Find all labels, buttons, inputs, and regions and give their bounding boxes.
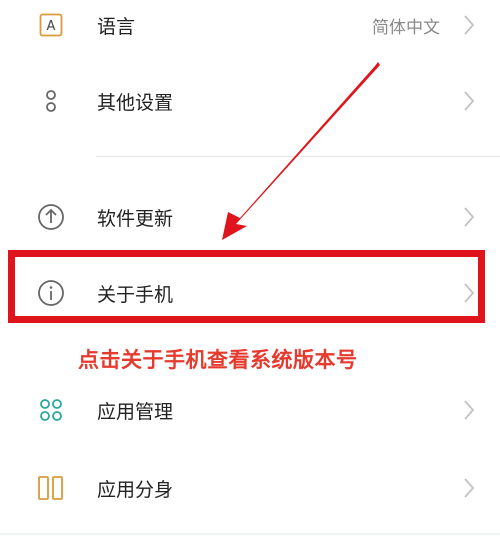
settings-item-software-update[interactable]: 软件更新: [0, 185, 500, 249]
settings-item-label: 应用管理: [97, 400, 174, 423]
section-divider: [96, 156, 500, 157]
settings-item-other-settings[interactable]: 其他设置: [0, 69, 500, 133]
highlight-box: [8, 250, 485, 323]
settings-item-app-management[interactable]: 应用管理: [0, 378, 500, 442]
chevron-right-icon: [460, 475, 478, 501]
annotation-text: 点击关于手机查看系统版本号: [78, 348, 358, 372]
update-icon: [36, 202, 66, 232]
bottom-divider: [0, 533, 500, 535]
settings-item-label: 语言: [97, 15, 136, 38]
settings-item-app-clone[interactable]: 应用分身: [0, 456, 500, 520]
settings-item-language[interactable]: A 语言 简体中文: [0, 0, 500, 57]
app-clone-icon: [36, 473, 66, 503]
chevron-right-icon: [460, 204, 478, 230]
chevron-right-icon: [460, 88, 478, 114]
settings-item-label: 软件更新: [97, 207, 174, 230]
settings-item-label: 其他设置: [97, 91, 174, 114]
svg-text:A: A: [47, 19, 56, 34]
more-settings-icon: [36, 86, 66, 116]
settings-page: A 语言 简体中文 其他设置 软件更新 关于手机 点击关于手机查看系统版本号 应…: [0, 0, 500, 537]
chevron-right-icon: [460, 397, 478, 423]
app-management-icon: [36, 395, 66, 425]
settings-item-value: 简体中文: [372, 17, 440, 38]
settings-item-label: 应用分身: [97, 478, 174, 501]
chevron-right-icon: [460, 12, 478, 38]
language-icon: A: [36, 10, 66, 40]
